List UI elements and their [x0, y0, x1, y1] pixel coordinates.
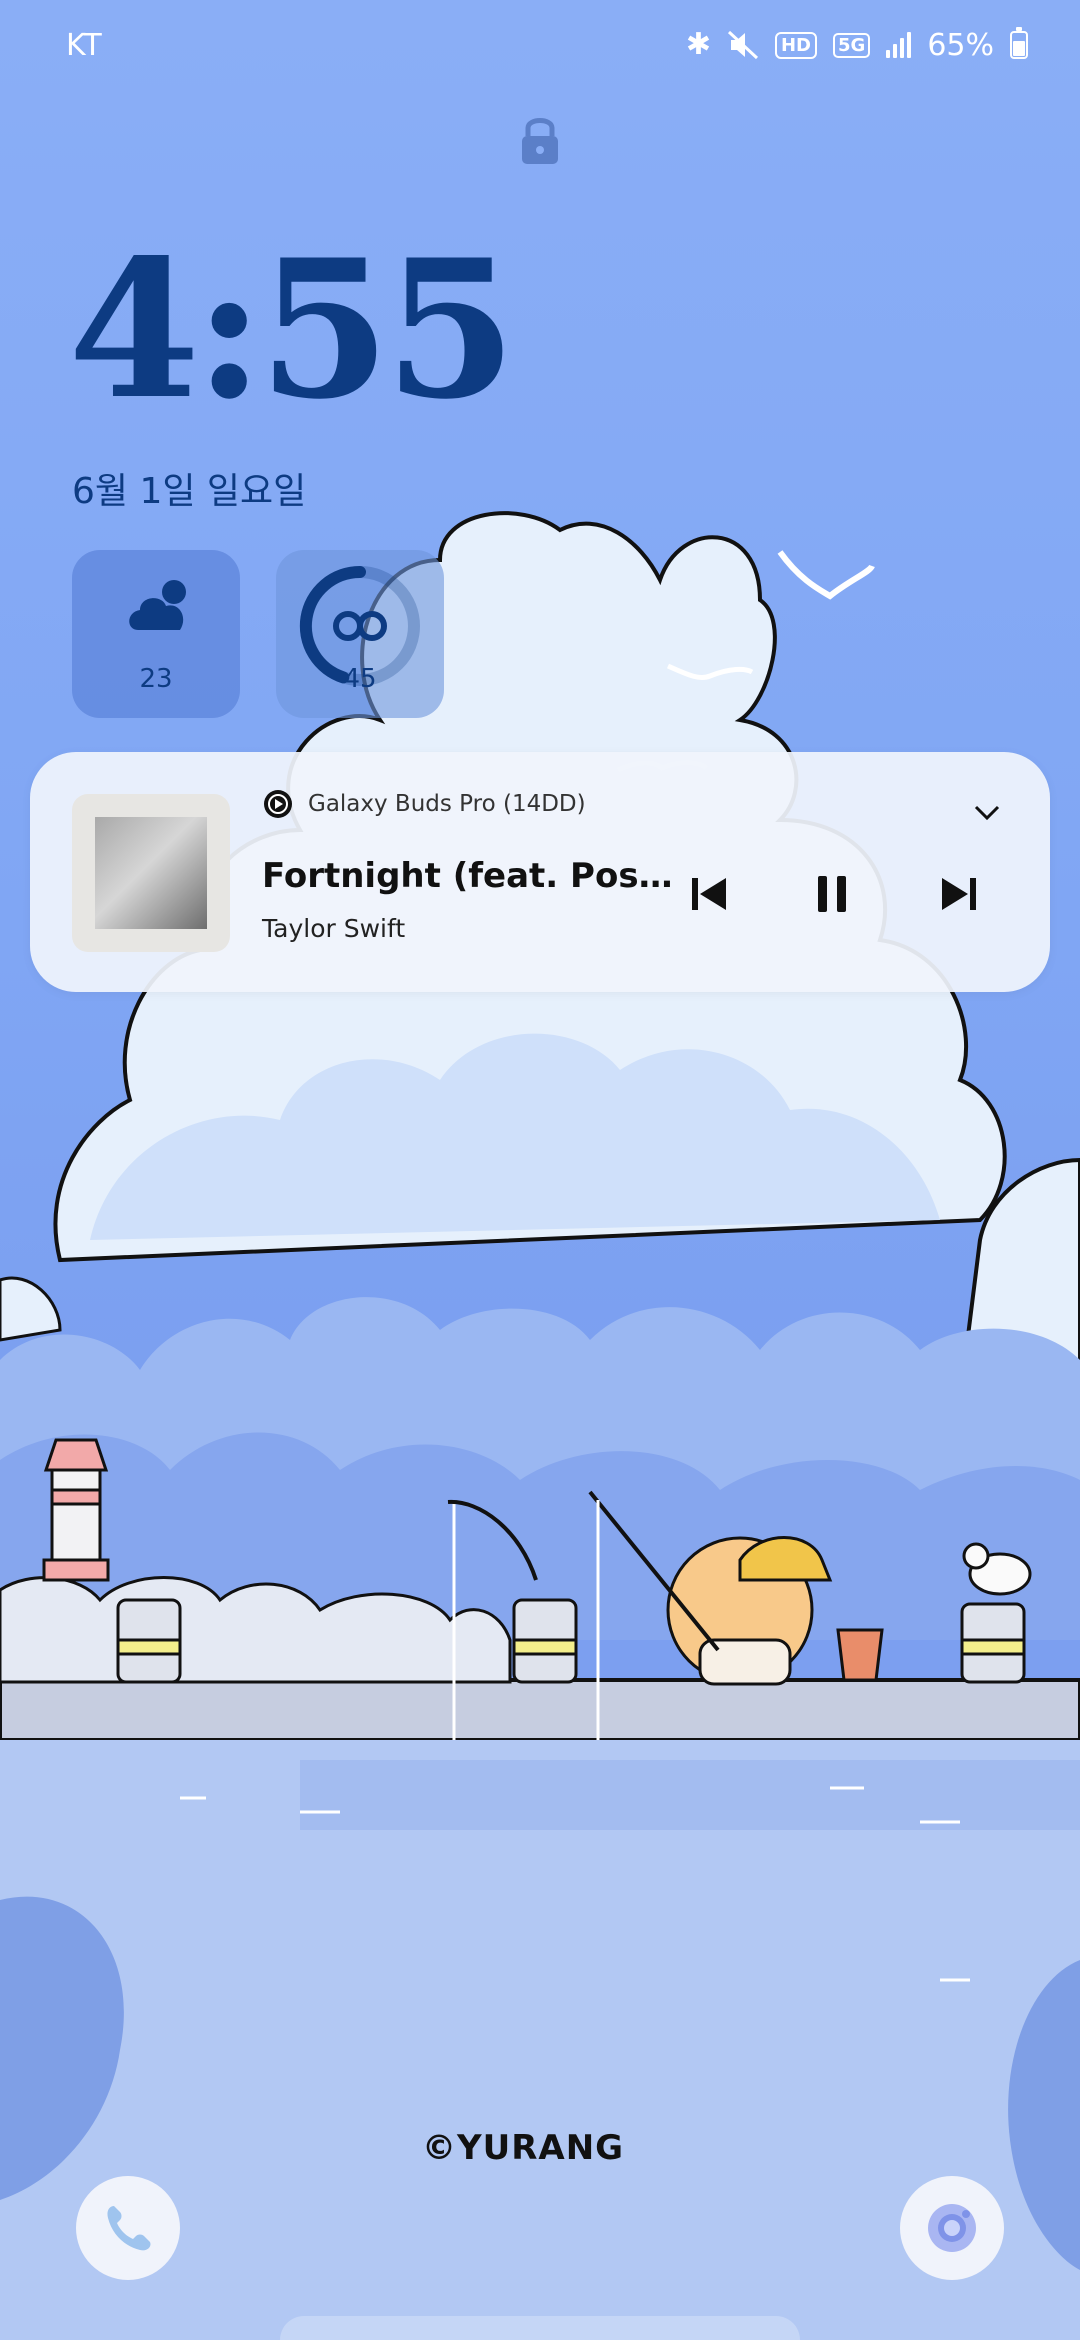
home-gesture-handle[interactable] [280, 2316, 800, 2340]
battery-percent: 65% [927, 27, 994, 63]
clock-time[interactable]: 4:55 [68, 235, 517, 425]
temperature-value: 23 [139, 664, 173, 694]
camera-icon [928, 2204, 976, 2252]
pier [0, 1678, 1080, 1742]
output-device-row[interactable]: Galaxy Buds Pro (14DD) [262, 788, 586, 820]
clock-date: 6월 1일 일요일 [72, 471, 307, 512]
previous-track-button[interactable] [684, 870, 732, 918]
camera-shortcut[interactable] [900, 2176, 1004, 2280]
buds-battery-value: 45 [343, 664, 377, 694]
lock-icon[interactable] [518, 114, 562, 166]
media-player-card[interactable]: Galaxy Buds Pro (14DD) Fortnight (feat. … [30, 752, 1050, 992]
album-cover-image [95, 817, 207, 929]
weather-widget[interactable]: 23 [72, 550, 240, 718]
next-track-button[interactable] [936, 870, 984, 918]
status-icons: ✱ HD 5G 65% [685, 27, 1028, 63]
mute-icon [727, 30, 759, 60]
carrier-label: KT [66, 27, 102, 63]
album-art[interactable] [72, 794, 230, 952]
lighthouse [42, 1438, 110, 1582]
artist-name: Taylor Swift [262, 914, 406, 943]
bluetooth-icon: ✱ [685, 27, 711, 62]
battery-icon [1010, 27, 1028, 59]
bear-character [666, 1536, 833, 1686]
seagull-flying [777, 550, 875, 600]
cloud-icon [129, 580, 186, 630]
bucket [836, 1628, 884, 1682]
signal-icon [886, 32, 912, 58]
pause-button[interactable] [808, 870, 856, 918]
chevron-down-icon[interactable] [972, 798, 1002, 828]
phone-icon [107, 2206, 151, 2251]
output-device-name: Galaxy Buds Pro (14DD) [308, 791, 586, 817]
5g-icon: 5G [833, 32, 871, 58]
buds-battery-widget[interactable]: 45 [276, 550, 444, 718]
cloud-left [0, 1276, 62, 1342]
artist-watermark: ©YURANG [422, 2128, 625, 2168]
play-circle-icon [264, 790, 292, 818]
status-bar: KT ✱ HD 5G 65% [0, 0, 1080, 90]
song-title: Fortnight (feat. Pos… [262, 856, 673, 896]
hd-voice-icon: HD [774, 31, 817, 59]
phone-shortcut[interactable] [76, 2176, 180, 2280]
